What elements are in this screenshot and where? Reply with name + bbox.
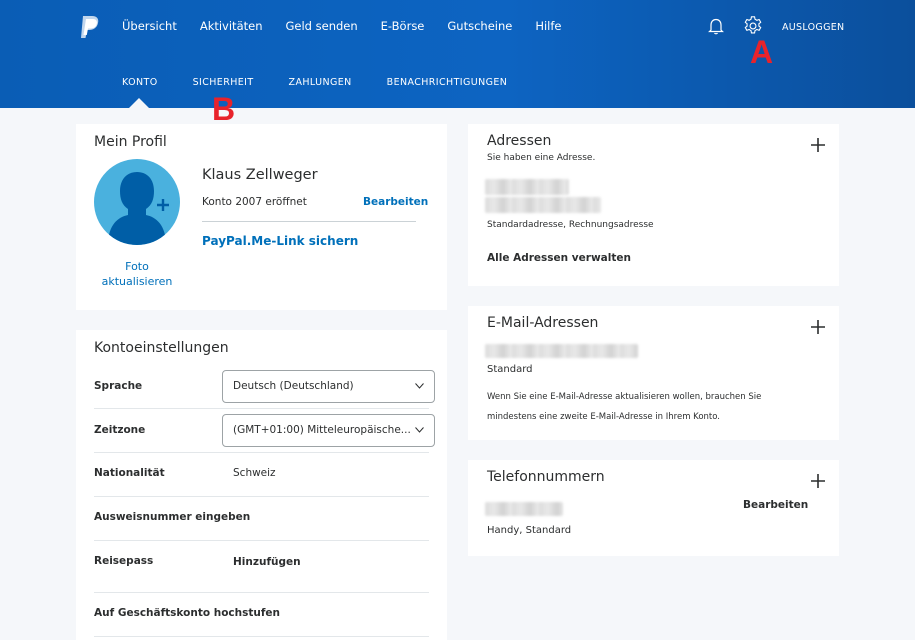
nav-item-activities[interactable]: Aktivitäten: [200, 19, 263, 33]
passport-row: Reisepass Hinzufügen: [94, 541, 429, 593]
nav-item-overview[interactable]: Übersicht: [122, 19, 177, 33]
email-status-text: Standard: [487, 364, 533, 375]
settings-title: Kontoeinstellungen: [94, 340, 229, 356]
nav-item-help[interactable]: Hilfe: [535, 19, 561, 33]
addresses-title: Adressen: [487, 133, 552, 149]
email-addresses-card: E-Mail-Adressen Standard Wenn Sie eine E…: [468, 306, 839, 440]
annotation-marker-a: A: [750, 34, 774, 70]
nav-item-vouchers[interactable]: Gutscheine: [447, 19, 512, 33]
nav-item-wallet[interactable]: E-Börse: [381, 19, 425, 33]
tab-notifications[interactable]: BENACHRICHTIGUNGEN: [387, 77, 508, 88]
phones-title: Telefonnummern: [487, 469, 605, 485]
phone-type-text: Handy, Standard: [487, 525, 572, 536]
redacted-email-address: [485, 344, 638, 358]
nationality-row: Nationalität Schweiz: [94, 453, 429, 497]
nationality-label: Nationalität: [94, 467, 165, 479]
annotation-marker-b: B: [212, 91, 236, 127]
manage-addresses-link[interactable]: Alle Adressen verwalten: [487, 252, 631, 264]
language-row: Sprache Deutsch (Deutschland): [94, 364, 435, 409]
account-subnav: KONTO SICHERHEIT ZAHLUNGEN BENACHRICHTIG…: [122, 77, 542, 88]
tab-account[interactable]: KONTO: [122, 77, 158, 88]
language-select[interactable]: Deutsch (Deutschland): [222, 370, 435, 403]
enter-id-number-link[interactable]: Ausweisnummer eingeben: [94, 511, 250, 523]
addresses-count-text: Sie haben eine Adresse.: [487, 153, 596, 163]
phone-numbers-card: Telefonnummern Bearbeiten Handy, Standar…: [468, 460, 839, 556]
address-type-text: Standardadresse, Rechnungsadresse: [487, 220, 654, 230]
timezone-row: Zeitzone (GMT+01:00) Mitteleuropäische..…: [94, 409, 435, 453]
language-label: Sprache: [94, 380, 143, 392]
logout-link[interactable]: AUSLOGGEN: [782, 22, 844, 33]
plus-icon[interactable]: [810, 137, 826, 153]
paypal-logo-icon[interactable]: [79, 15, 101, 39]
email-note-text: Wenn Sie eine E-Mail-Adresse aktualisier…: [487, 392, 762, 422]
update-photo-line2: aktualisieren: [101, 275, 173, 288]
redacted-address-line: [485, 197, 601, 213]
add-passport-link[interactable]: Hinzufügen: [233, 556, 301, 568]
timezone-label: Zeitzone: [94, 424, 146, 436]
id-number-row: Ausweisnummer eingeben: [94, 497, 429, 541]
bell-icon[interactable]: [706, 16, 726, 36]
plus-icon[interactable]: [810, 319, 826, 335]
avatar[interactable]: [94, 159, 180, 245]
update-photo-line1: Foto: [125, 260, 149, 273]
chevron-down-icon: [415, 427, 424, 433]
tab-payments[interactable]: ZAHLUNGEN: [289, 77, 352, 88]
upgrade-row: Auf Geschäftskonto hochstufen: [94, 593, 429, 637]
language-value: Deutsch (Deutschland): [233, 380, 354, 392]
profile-card: Mein Profil Foto aktualisieren Klaus Zel…: [76, 124, 447, 310]
profile-name: Klaus Zellweger: [202, 167, 318, 183]
account-settings-card: Kontoeinstellungen Sprache Deutsch (Deut…: [76, 330, 447, 640]
active-tab-indicator: [129, 98, 149, 108]
account-opened-text: Konto 2007 eröffnet: [202, 196, 307, 208]
profile-title: Mein Profil: [94, 134, 167, 150]
redacted-phone-number: [485, 502, 563, 516]
timezone-select[interactable]: (GMT+01:00) Mitteleuropäische...: [222, 414, 435, 447]
plus-icon[interactable]: [810, 473, 826, 489]
chevron-down-icon: [415, 383, 424, 389]
edit-phones-link[interactable]: Bearbeiten: [743, 499, 808, 511]
upgrade-business-link[interactable]: Auf Geschäftskonto hochstufen: [94, 607, 280, 619]
header-bar: Übersicht Aktivitäten Geld senden E-Börs…: [0, 0, 915, 108]
paypal-me-link[interactable]: PayPal.Me-Link sichern: [202, 234, 358, 248]
redacted-address-line: [485, 179, 569, 195]
emails-title: E-Mail-Adressen: [487, 315, 599, 331]
tab-security[interactable]: SICHERHEIT: [193, 77, 254, 88]
avatar-silhouette-icon: [108, 172, 169, 245]
addresses-card: Adressen Sie haben eine Adresse. Standar…: [468, 124, 839, 286]
divider: [202, 221, 416, 222]
nationality-value: Schweiz: [233, 467, 276, 479]
update-photo-link[interactable]: Foto aktualisieren: [90, 259, 184, 289]
timezone-value: (GMT+01:00) Mitteleuropäische...: [233, 424, 411, 436]
nav-item-send-money[interactable]: Geld senden: [286, 19, 358, 33]
main-nav: Übersicht Aktivitäten Geld senden E-Börs…: [122, 19, 585, 33]
passport-label: Reisepass: [94, 555, 154, 567]
edit-profile-link[interactable]: Bearbeiten: [363, 196, 428, 208]
